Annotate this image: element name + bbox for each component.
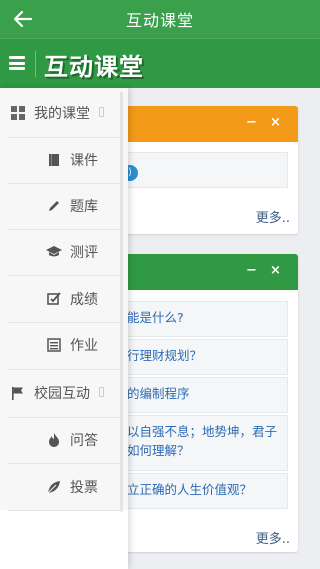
section-label: 我的课堂	[34, 106, 90, 122]
fire-icon	[46, 432, 62, 448]
close-icon[interactable]: ×	[270, 116, 281, 130]
sidebar-item-assessment[interactable]: 测评	[0, 229, 128, 275]
sidebar-item-label: 成绩	[70, 292, 98, 308]
question-text: 行理财规划？	[127, 348, 203, 363]
question-text: 以自强不息；地势坤，君子	[127, 424, 278, 439]
sidebar-item-qa[interactable]: 问答	[0, 417, 128, 463]
sidebar-item-grades[interactable]: 成绩	[0, 276, 128, 322]
minimize-icon[interactable]: −	[246, 264, 257, 278]
chevron-icon	[99, 107, 104, 117]
chevron-icon	[99, 387, 104, 397]
pencil-icon	[46, 198, 62, 214]
more-link[interactable]: 更多..	[256, 528, 290, 547]
section-label: 校园互动	[34, 386, 90, 402]
app-bar: 互动课堂	[0, 0, 320, 38]
drawer-footer	[0, 510, 128, 569]
arrow-left-icon	[13, 10, 33, 28]
question-text: 立正确的人生价值观？	[127, 482, 253, 497]
sidebar-item-label: 投票	[70, 480, 98, 496]
question-text: 能是什么?	[127, 310, 184, 325]
list-icon	[46, 337, 62, 353]
brand-divider	[35, 51, 36, 77]
sidebar-item-label: 题库	[70, 199, 98, 215]
grid-icon	[10, 105, 26, 121]
leaf-icon	[46, 479, 62, 495]
section-campus-interaction[interactable]: 校园互动	[0, 370, 128, 416]
minimize-icon[interactable]: −	[246, 116, 257, 130]
sidebar-item-label: 课件	[70, 153, 98, 169]
section-my-classroom[interactable]: 我的课堂	[0, 90, 128, 136]
back-button[interactable]	[10, 6, 36, 32]
divider	[8, 510, 120, 511]
brand-header: 互动课堂	[0, 38, 320, 88]
book-icon	[46, 152, 62, 168]
sidebar-item-courseware[interactable]: 课件	[0, 137, 128, 183]
menu-toggle-icon[interactable]	[9, 56, 25, 70]
checklist-icon	[46, 291, 62, 307]
close-icon[interactable]: ×	[270, 264, 281, 278]
flag-icon	[10, 385, 26, 401]
sidebar-item-label: 问答	[70, 433, 98, 449]
graduation-cap-icon	[46, 244, 62, 260]
app-title: 互动课堂	[125, 11, 194, 30]
sidebar-item-label: 测评	[70, 245, 98, 261]
sidebar-item-label: 作业	[70, 338, 98, 354]
brand-logo: 互动课堂	[44, 53, 144, 81]
question-text: 的编制程序	[127, 386, 190, 401]
sidebar-item-homework[interactable]: 作业	[0, 322, 128, 368]
sidebar-item-question-bank[interactable]: 题库	[0, 183, 128, 229]
question-text: 如何理解？	[127, 443, 190, 458]
sidebar-item-vote[interactable]: 投票	[0, 464, 128, 510]
more-link[interactable]: 更多..	[256, 207, 290, 226]
